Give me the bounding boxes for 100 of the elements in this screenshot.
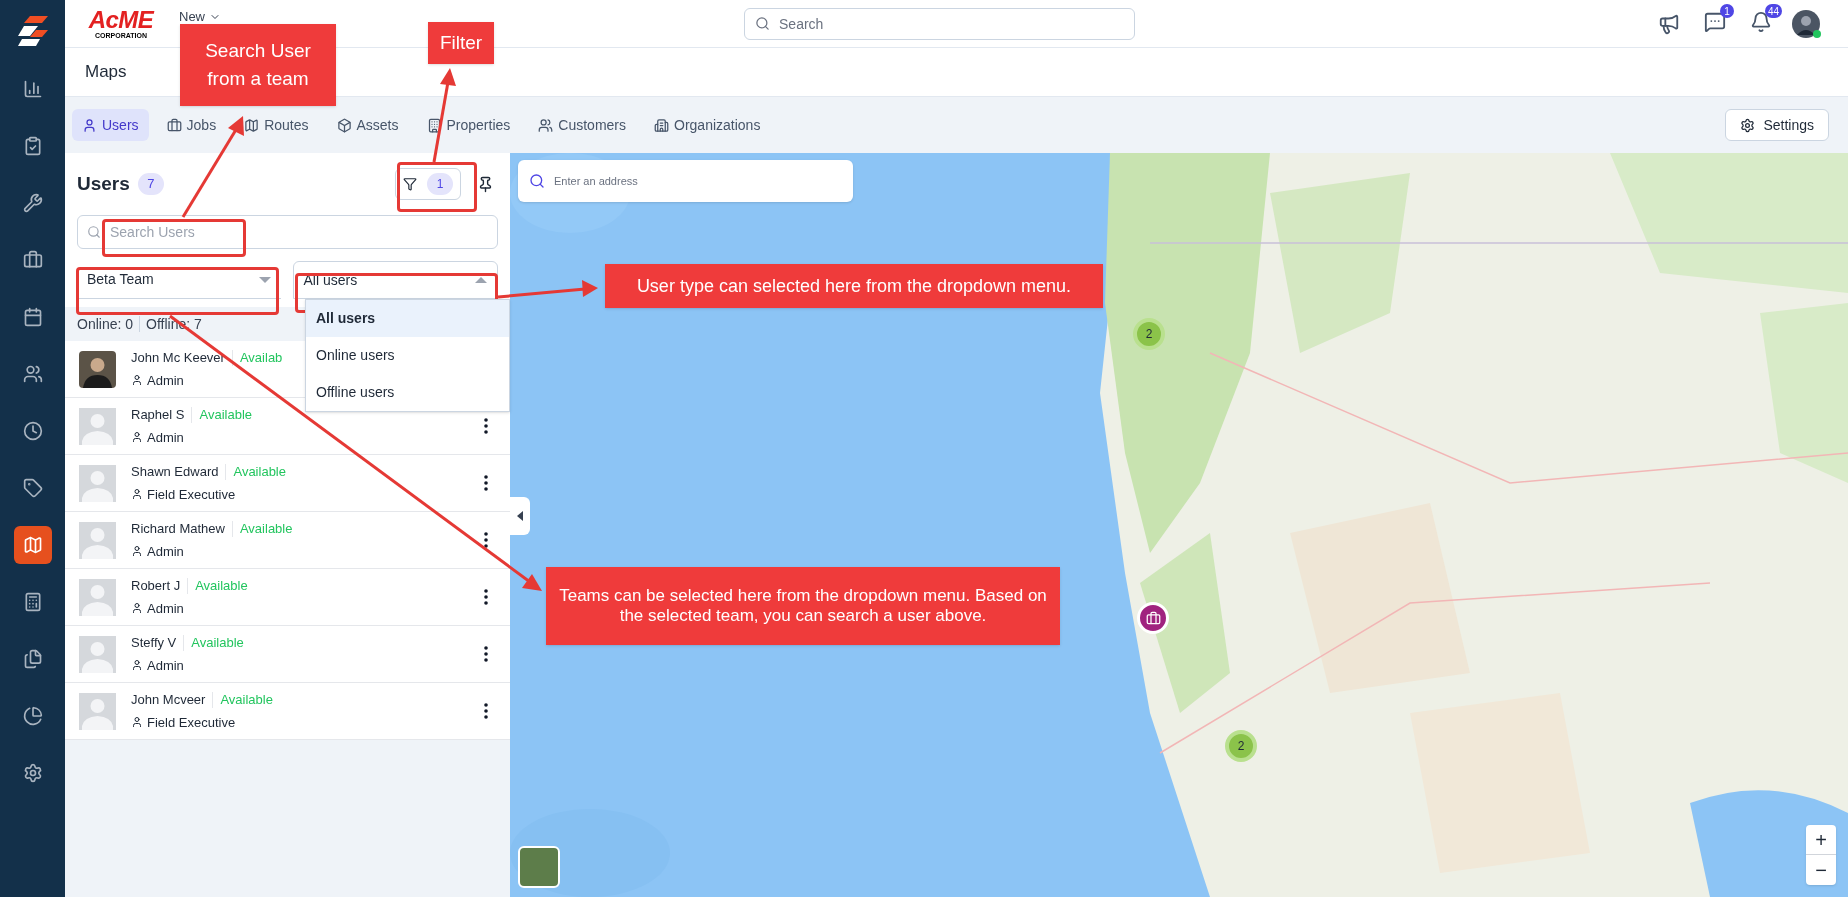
annotation-callout: User type can selected here from the dropdown menu. <box>605 264 1103 308</box>
search-icon <box>755 15 770 31</box>
tab[interactable]: Assets <box>326 109 409 141</box>
bar-chart-icon <box>22 79 43 99</box>
briefcase-icon <box>22 250 43 270</box>
more-button[interactable] <box>482 532 490 548</box>
more-icon <box>484 589 488 605</box>
user-icon <box>131 488 143 501</box>
wrench-icon <box>22 193 43 213</box>
search-icon <box>529 173 545 189</box>
status-text: Available <box>233 463 286 481</box>
user-role: Admin <box>147 428 184 447</box>
user-icon <box>131 545 143 558</box>
notifications-badge: 44 <box>1764 4 1782 18</box>
tab[interactable]: Users <box>72 109 149 141</box>
chat-icon <box>1704 11 1726 33</box>
settings-icon <box>1740 117 1756 133</box>
new-menu[interactable]: New <box>179 10 221 24</box>
more-icon <box>484 703 488 719</box>
more-icon <box>484 646 488 662</box>
menu-option[interactable]: Online users <box>306 337 509 374</box>
status-text: Available <box>220 691 273 709</box>
user-name: Robert J <box>131 577 181 595</box>
building-icon <box>426 117 442 133</box>
tab[interactable]: Organizations <box>644 109 771 141</box>
tab[interactable]: Properties <box>416 109 521 141</box>
address-search-field[interactable]: Enter an address <box>518 160 853 202</box>
status-text: Availab <box>239 349 283 367</box>
user-role: Field Executive <box>147 485 236 504</box>
status-text: Available <box>199 406 252 424</box>
menu-option[interactable]: All users <box>306 300 509 337</box>
user-role: Admin <box>147 656 184 675</box>
global-search-field[interactable]: Search <box>744 7 1135 40</box>
status-text: Available <box>239 520 293 538</box>
caret-icon <box>258 276 271 283</box>
map-icon <box>22 535 43 555</box>
online-count: Online: 0 <box>77 314 134 334</box>
map-type-thumbnail[interactable] <box>518 846 560 888</box>
user-role: Field Executive <box>147 713 236 732</box>
map-icon <box>244 117 260 133</box>
more-button[interactable] <box>482 703 490 719</box>
more-icon <box>484 532 488 548</box>
app-logo-icon <box>15 14 50 48</box>
user-icon <box>131 431 143 444</box>
team-dropdown[interactable]: Beta Team <box>77 261 281 299</box>
search-icon <box>87 225 101 239</box>
settings-icon <box>22 763 43 783</box>
people-icon <box>22 364 43 384</box>
user-role: Admin <box>147 599 184 618</box>
more-button[interactable] <box>482 475 490 491</box>
user-name: Shawn Edward <box>131 463 219 481</box>
tab[interactable]: Routes <box>234 109 319 141</box>
user-icon <box>131 374 143 387</box>
user-name: John Mc Keever <box>131 349 225 367</box>
more-icon <box>484 475 488 491</box>
megaphone-icon <box>1658 12 1680 35</box>
tab[interactable]: Customers <box>528 109 636 141</box>
panel-title: Users <box>77 171 130 196</box>
zoom-out-button[interactable]: − <box>1806 855 1836 885</box>
user-icon <box>82 117 97 133</box>
settings-button[interactable]: Settings <box>1725 109 1829 141</box>
more-icon <box>484 418 488 434</box>
building-icon <box>654 117 669 133</box>
user-name: Richard Mathew <box>131 520 225 538</box>
pin-icon <box>477 175 494 193</box>
status-text: Available <box>191 634 244 652</box>
profile-avatar[interactable] <box>1792 9 1820 38</box>
files-icon <box>22 649 43 669</box>
tab[interactable]: Jobs <box>156 109 227 141</box>
briefcase-icon <box>1145 610 1161 626</box>
status-text: Available <box>195 577 248 595</box>
more-button[interactable] <box>482 589 490 605</box>
user-search-field[interactable]: Search Users <box>77 215 498 249</box>
annotation-callout: Teams can be selected here from the dropdown menu. Based on the selected team, you can search a user above. <box>546 567 1060 645</box>
more-button[interactable] <box>482 646 490 662</box>
page-title: Maps <box>85 61 127 84</box>
calendar-icon <box>22 307 43 327</box>
clock-icon <box>22 421 43 441</box>
box-icon <box>336 117 352 133</box>
collapse-panel-button[interactable] <box>510 497 530 535</box>
briefcase-icon <box>166 117 182 133</box>
annotation-callout: Filter <box>428 22 494 64</box>
user-name: Steffy V <box>131 634 177 652</box>
user-role: Admin <box>147 371 184 390</box>
sidebar-item[interactable] <box>13 526 52 564</box>
user-role: Admin <box>147 542 184 561</box>
user-name: Raphel S <box>131 406 185 424</box>
user-name: John Mcveer <box>131 691 206 709</box>
more-button[interactable] <box>482 418 490 434</box>
annotation-callout: Search User from a team <box>180 24 336 106</box>
filter-icon <box>403 177 417 191</box>
caret-left-icon <box>517 511 523 521</box>
menu-option[interactable]: Offline users <box>306 374 509 411</box>
zoom-in-button[interactable]: + <box>1806 825 1836 855</box>
user-icon <box>131 602 143 615</box>
count-badge: 7 <box>137 173 164 195</box>
filter-button[interactable]: 1 <box>395 168 461 200</box>
people-icon <box>538 117 554 133</box>
chat-badge: 1 <box>1720 4 1734 18</box>
caret-icon <box>475 277 487 283</box>
